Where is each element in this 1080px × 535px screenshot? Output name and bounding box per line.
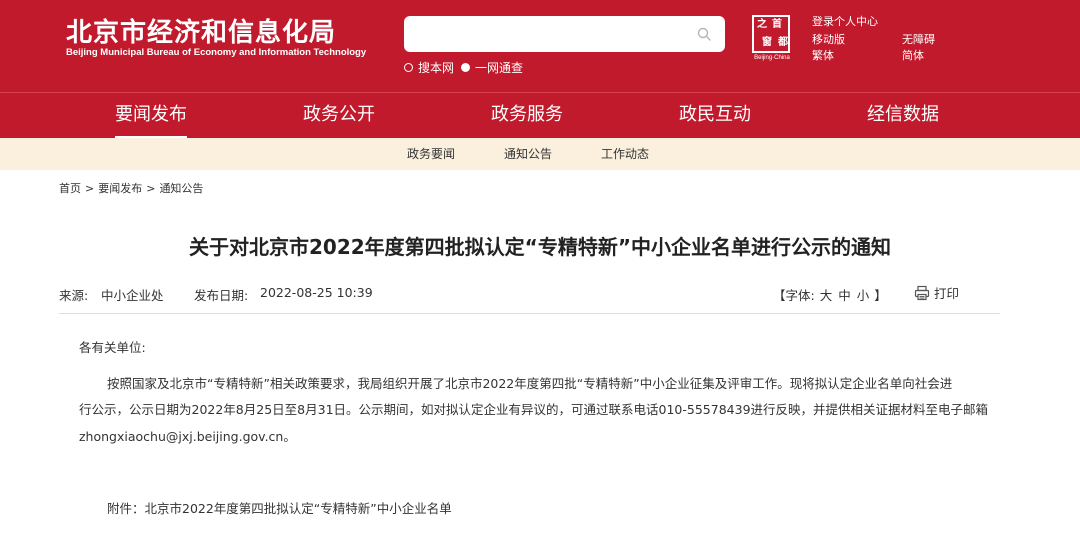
seal-char: 都	[778, 37, 788, 48]
font-size-large[interactable]: 大	[820, 288, 833, 303]
print-button[interactable]: 打印	[914, 283, 959, 302]
scope-label-site: 搜本网	[418, 61, 455, 75]
site-header: 北京市经济和信息化局 Beijing Municipal Bureau of E…	[0, 0, 1080, 92]
breadcrumb-home[interactable]: 首页	[59, 182, 81, 195]
seal-char: 之	[757, 19, 767, 30]
body-line: 按照国家及北京市“专精特新”相关政策要求，我局组织开展了北京市2022年度第四批…	[107, 376, 953, 391]
font-size-medium[interactable]: 中	[838, 288, 851, 303]
scope-radio-all[interactable]: 一网通查	[461, 59, 523, 76]
site-logo-title[interactable]: 北京市经济和信息化局	[66, 12, 336, 49]
font-size-small[interactable]: 小	[857, 288, 870, 303]
breadcrumb-notices[interactable]: 通知公告	[159, 182, 203, 195]
search-box	[404, 16, 725, 52]
font-size-bracket: 】	[874, 288, 887, 303]
breadcrumb: 首页 > 要闻发布 > 通知公告	[59, 180, 203, 196]
sub-nav: 政务要闻 通知公告 工作动态	[0, 138, 1080, 170]
search-input[interactable]	[414, 22, 684, 46]
article-title: 关于对北京市2022年度第四批拟认定“专精特新”中小企业名单进行公示的通知	[189, 235, 891, 259]
accessibility-link[interactable]: 无障碍	[902, 31, 935, 47]
meta-divider	[59, 313, 1000, 314]
mobile-version-link[interactable]: 移动版	[812, 31, 845, 47]
traditional-chinese-link[interactable]: 繁体	[812, 47, 834, 63]
article-date: 2022-08-25 10:39	[260, 285, 373, 300]
radio-unchecked-icon	[404, 63, 413, 72]
simplified-chinese-link[interactable]: 简体	[902, 47, 924, 63]
attachment-link[interactable]: 附件：北京市2022年度第四批拟认定“专精特新”中小企业名单	[107, 496, 452, 522]
print-label: 打印	[934, 286, 960, 301]
breadcrumb-news[interactable]: 要闻发布	[98, 182, 142, 195]
body-line-email[interactable]: zhongxiaochu@jxj.beijing.gov.cn。	[79, 424, 296, 450]
body-line: 行公示，公示日期为2022年8月25日至8月31日。公示期间，如对拟认定企业有异…	[79, 402, 989, 417]
salutation: 各有关单位:	[79, 340, 146, 355]
radio-checked-icon	[461, 63, 470, 72]
seal-char: 窗	[762, 37, 772, 48]
seal-caption: Beijing·China	[754, 55, 790, 61]
font-size-control: 【字体: 大 中 小 】	[773, 285, 887, 304]
scope-radio-site[interactable]: 搜本网	[404, 59, 454, 76]
seal-char: 首	[772, 19, 782, 30]
breadcrumb-separator: >	[85, 182, 95, 195]
nav-item-gov-services[interactable]: 政务服务	[491, 93, 563, 139]
subnav-item-notices[interactable]: 通知公告	[504, 138, 552, 170]
site-logo-subtitle: Beijing Municipal Bureau of Economy and …	[66, 47, 367, 58]
article-source: 中小企业处	[101, 288, 164, 303]
subnav-item-gov-news[interactable]: 政务要闻	[407, 138, 455, 170]
print-icon	[914, 285, 930, 300]
nav-item-news[interactable]: 要闻发布	[115, 93, 187, 139]
search-icon[interactable]	[697, 27, 711, 41]
login-link[interactable]: 登录个人中心	[812, 13, 878, 29]
article-date-label: 发布日期:	[194, 288, 249, 303]
nav-item-gov-affairs[interactable]: 政务公开	[303, 93, 375, 139]
nav-item-data[interactable]: 经信数据	[867, 93, 939, 139]
breadcrumb-separator: >	[146, 182, 156, 195]
nav-item-interaction[interactable]: 政民互动	[679, 93, 751, 139]
capital-window-seal-logo[interactable]: 首 都 之 窗	[752, 15, 790, 53]
font-size-label: 【字体:	[773, 288, 815, 303]
main-nav: 要闻发布 政务公开 政务服务 政民互动 经信数据	[0, 92, 1080, 139]
scope-label-all: 一网通查	[475, 61, 524, 75]
subnav-item-work-updates[interactable]: 工作动态	[601, 138, 649, 170]
article-source-label: 来源:	[59, 288, 89, 303]
